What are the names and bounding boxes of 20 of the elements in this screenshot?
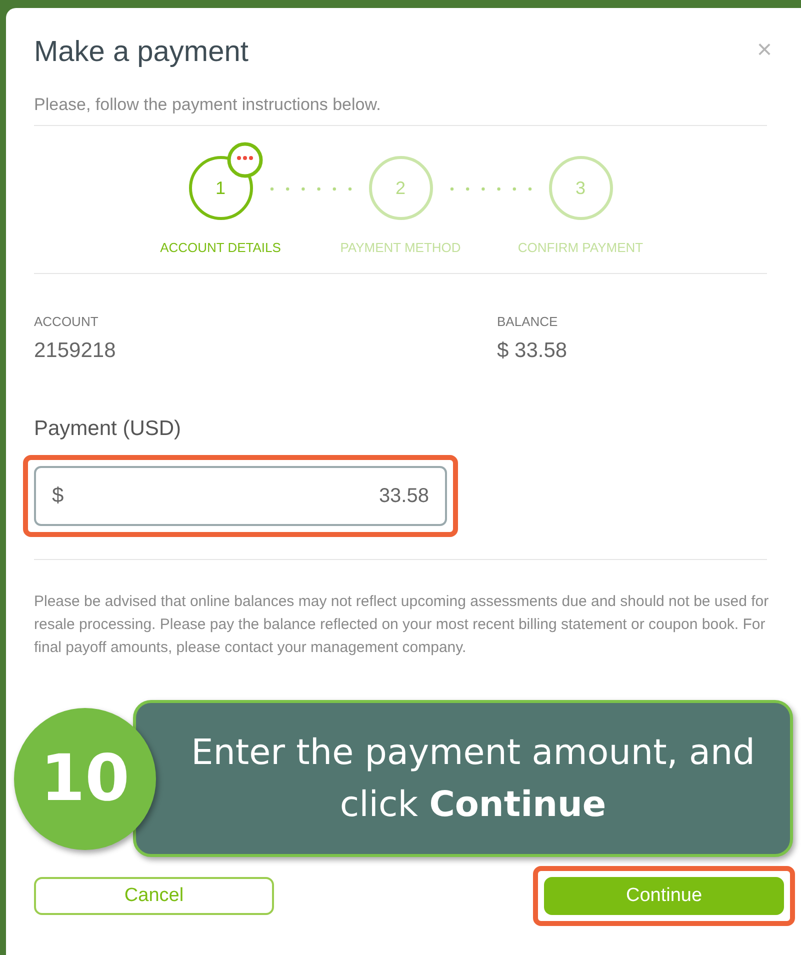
disclaimer-text: Please be advised that online balances may not reflect upcoming assessments due and should not be used for resale processing. Please pay the balance reflected on your most recent billing statement or coupon book. For final payoff amounts, please contact your management company. [34,592,770,658]
payment-field[interactable]: $ 33.58 [34,466,447,526]
currency-symbol: $ [52,484,64,508]
dialog-subtitle: Please, follow the payment instructions below. [34,95,382,115]
balance-amount: $ 33.58 [497,339,568,363]
step-label: ACCOUNT DETAILS [160,240,281,255]
payment-label: Payment (USD) [34,417,182,441]
step-circle: 3 [548,156,612,220]
account-number: 2159218 [34,339,117,363]
step-circle: 2 [368,156,432,220]
step-label: CONFIRM PAYMENT [518,240,644,255]
callout-text: Enter the payment amount, and click Continue [190,732,756,826]
step-label: PAYMENT METHOD [340,240,461,255]
continue-button[interactable]: Continue [544,877,784,915]
close-button[interactable]: × [752,34,776,65]
account-label: ACCOUNT [34,314,100,329]
cancel-button[interactable]: Cancel [34,877,274,915]
amount-input[interactable]: 33.58 [64,484,431,508]
dialog-title: Make a payment [34,36,248,69]
balance-label: BALANCE [497,314,559,329]
